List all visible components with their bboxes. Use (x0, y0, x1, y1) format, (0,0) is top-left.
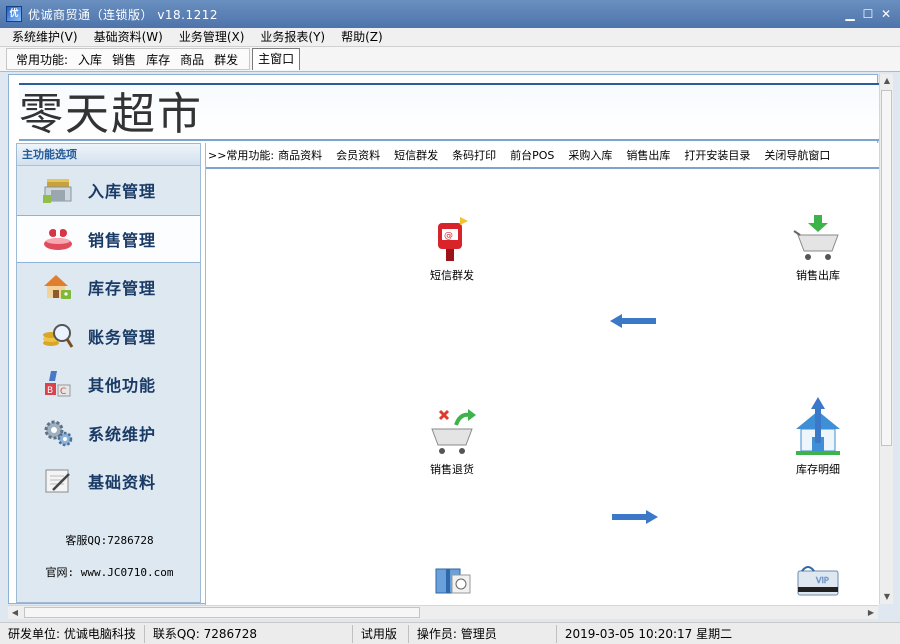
window-title: 优诚商贸通（连锁版） v18.1212 (28, 7, 219, 22)
cart-download-icon (793, 215, 839, 260)
tab-main-window[interactable]: 主窗口 (252, 48, 301, 70)
quick-link-purchase[interactable]: 采购入库 (568, 147, 612, 163)
flow-label: 库存明细 (796, 463, 840, 476)
sidebar-item-accounts[interactable]: 账务管理 (17, 312, 200, 361)
flow-node-gift[interactable] (412, 553, 492, 606)
svg-text:VIP: VIP (816, 576, 829, 585)
flow-label: 短信群发 (430, 269, 474, 282)
sidebar-item-stock-in[interactable]: 入库管理 (17, 166, 200, 215)
common-functions-group: 常用功能: 入库 销售 库存 商品 群发 (6, 48, 251, 70)
sidebar-item-label: 入库管理 (88, 182, 157, 202)
gift-basket-icon (44, 228, 72, 250)
house-lock-icon (44, 275, 71, 300)
menu-business[interactable]: 业务管理(X) (171, 28, 253, 46)
service-qq: 客服QQ:7286728 (65, 534, 154, 547)
status-developer: 研发单位: 优诚电脑科技 (0, 624, 145, 643)
quick-link-install-dir[interactable]: 打开安装目录 (684, 147, 750, 163)
window-controls: ▁ ☐ ✕ (842, 6, 894, 22)
sidebar-item-label: 销售管理 (88, 230, 157, 250)
quick-link-sales-out[interactable]: 销售出库 (626, 147, 670, 163)
quick-link-pos[interactable]: 前台POS (510, 147, 554, 163)
status-edition: 试用版 (353, 624, 409, 643)
quick-link-close-nav[interactable]: 关闭导航窗口 (764, 147, 830, 163)
sidebar-item-label: 账务管理 (88, 327, 157, 347)
sidebar-item-sales[interactable]: 销售管理 (17, 214, 200, 263)
sidebar-item-other[interactable]: B C 其他功能 (17, 360, 200, 409)
toolbar-mass-sms[interactable]: 群发 (209, 51, 243, 68)
horizontal-scrollbar[interactable]: ◀ ▶ (8, 605, 878, 619)
quick-link-sms[interactable]: 短信群发 (394, 147, 438, 163)
warehouse-icon (43, 179, 72, 204)
quick-link-members[interactable]: 会员资料 (336, 147, 380, 163)
scroll-down-icon[interactable]: ▼ (880, 590, 894, 604)
status-contact: 联系QQ: 7286728 (145, 624, 353, 643)
toolbar-sales[interactable]: 销售 (107, 51, 141, 68)
flow-arrow-right (612, 510, 658, 524)
menu-system-maintenance[interactable]: 系统维护(V) (4, 28, 86, 46)
main-function-sidebar: 主功能选项 入库管理 销售管理 库存管理 账务管理 B C 其他功能 系统维护 … (16, 143, 201, 603)
flow-node-sms[interactable]: @ 短信群发 (412, 213, 492, 283)
scroll-thumb[interactable] (24, 607, 420, 618)
sidebar-item-system[interactable]: 系统维护 (17, 409, 200, 458)
status-operator: 操作员: 管理员 (409, 624, 557, 643)
banner: 零天超市 (19, 83, 879, 141)
flow-arrow-left (610, 314, 656, 328)
abc-blocks-icon: B C (45, 371, 71, 397)
flow-label: 销售退货 (430, 463, 474, 476)
notepad-pen-icon (45, 469, 70, 493)
flow-label: 销售出库 (796, 269, 840, 282)
svg-text:C: C (60, 387, 66, 397)
gift-box-icon (435, 568, 471, 594)
flow-node-sales-return[interactable]: 销售退货 (412, 407, 492, 477)
close-icon[interactable]: ✕ (878, 6, 894, 22)
sidebar-item-label: 其他功能 (88, 376, 157, 396)
sidebar-item-base-data[interactable]: 基础资料 (17, 457, 200, 506)
scroll-thumb[interactable] (881, 90, 892, 446)
sidebar-item-inventory[interactable]: 库存管理 (17, 263, 200, 312)
vip-card-icon: VIP (797, 566, 839, 596)
toolbar-stock-in[interactable]: 入库 (73, 51, 107, 68)
navigation-panel: >>常用功能: 商品资料 会员资料 短信群发 条码打印 前台POS 采购入库 销… (205, 143, 879, 605)
menu-reports[interactable]: 业务报表(Y) (252, 28, 333, 46)
sidebar-item-label: 基础资料 (88, 473, 157, 493)
cart-return-icon (431, 409, 476, 454)
toolbar-label: 常用功能: (16, 52, 69, 67)
toolbar-goods[interactable]: 商品 (175, 51, 209, 68)
svg-text:B: B (47, 386, 53, 396)
sidebar-header: 主功能选项 (17, 144, 200, 166)
scroll-right-icon[interactable]: ▶ (864, 606, 878, 620)
toolbar: 常用功能: 入库 销售 库存 商品 群发 主窗口 (0, 46, 900, 72)
quickbar-label: >>常用功能: (208, 149, 275, 162)
svg-text:@: @ (444, 231, 453, 241)
flow-node-vip[interactable]: VIP (778, 553, 858, 606)
gears-icon (44, 420, 73, 446)
mailbox-icon: @ (438, 217, 468, 261)
sidebar-item-label: 系统维护 (88, 424, 157, 444)
website: 官网: www.JC0710.com (45, 566, 174, 579)
quick-link-barcode[interactable]: 条码打印 (452, 147, 496, 163)
store-name: 零天超市 (19, 89, 203, 140)
flow-arrow-up (811, 397, 825, 443)
scroll-up-icon[interactable]: ▲ (880, 74, 894, 88)
menu-base-data[interactable]: 基础资料(W) (86, 28, 171, 46)
coins-magnifier-icon (43, 323, 74, 348)
toolbar-inventory[interactable]: 库存 (141, 51, 175, 68)
quick-link-goods[interactable]: 商品资料 (278, 147, 322, 163)
app-logo-icon: 优 (6, 6, 22, 22)
scroll-left-icon[interactable]: ◀ (8, 606, 22, 620)
minimize-icon[interactable]: ▁ (842, 6, 858, 22)
title-bar: 优 优诚商贸通（连锁版） v18.1212 ▁ ☐ ✕ (0, 0, 900, 28)
menu-bar: 系统维护(V) 基础资料(W) 业务管理(X) 业务报表(Y) 帮助(Z) (0, 28, 900, 46)
status-bar: 研发单位: 优诚电脑科技 联系QQ: 7286728 试用版 操作员: 管理员 … (0, 622, 900, 644)
maximize-icon[interactable]: ☐ (860, 6, 876, 22)
menu-help[interactable]: 帮助(Z) (333, 28, 391, 46)
sidebar-item-label: 库存管理 (88, 279, 157, 299)
main-window-frame: 零天超市 主功能选项 入库管理 销售管理 库存管理 账务管理 B C 其他功能 … (8, 74, 879, 605)
status-datetime: 2019-03-05 10:20:17 星期二 (564, 626, 733, 641)
flow-node-sales-out[interactable]: 销售出库 (778, 213, 858, 283)
quick-function-bar: >>常用功能: 商品资料 会员资料 短信群发 条码打印 前台POS 采购入库 销… (206, 143, 879, 169)
vertical-scrollbar[interactable]: ▲ ▼ (879, 74, 893, 604)
